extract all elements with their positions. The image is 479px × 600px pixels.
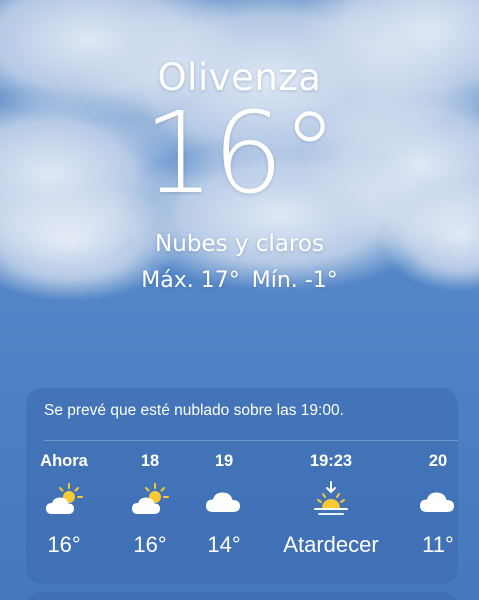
weather-condition: Nubes y claros: [155, 231, 324, 257]
high-low-temperatures: Máx. 17° Mín. -1°: [0, 268, 479, 293]
hour-item: Ahora 16°: [24, 448, 104, 558]
low-temperature: Mín. -1°: [251, 268, 338, 293]
partly-sunny-icon: [24, 478, 104, 528]
hour-label: 18: [140, 452, 160, 470]
hour-item: 19 14°: [184, 448, 264, 558]
hour-temperature: 16°: [133, 532, 167, 557]
hour-temperature: 11°: [422, 532, 454, 557]
hourly-forecast-card[interactable]: Se prevé que esté nublado sobre las 19:0…: [26, 388, 458, 584]
sunset-icon: [266, 478, 396, 528]
cloud-icon: [398, 478, 478, 528]
high-temperature: Máx. 17°: [141, 268, 240, 293]
current-temperature: 16°: [143, 89, 338, 219]
forecast-summary: Se prevé que esté nublado sobre las 19:0…: [44, 402, 344, 419]
hour-temperature: 16°: [47, 532, 81, 557]
hour-label: 20: [428, 452, 448, 470]
hour-temperature: Atardecer: [283, 532, 379, 557]
hour-item: 20 11°: [398, 448, 478, 558]
hour-temperature: 14°: [207, 532, 241, 557]
cloud-icon: [184, 478, 264, 528]
hour-item: 18 16°: [110, 448, 190, 558]
hour-label: 19: [214, 452, 234, 470]
next-card-edge: [26, 592, 458, 600]
hour-label: 19:23: [309, 452, 353, 470]
hour-item: 19:23 Atardecer: [266, 448, 396, 558]
card-divider: [44, 440, 458, 441]
hour-label: Ahora: [40, 452, 88, 470]
partly-sunny-icon: [110, 478, 190, 528]
